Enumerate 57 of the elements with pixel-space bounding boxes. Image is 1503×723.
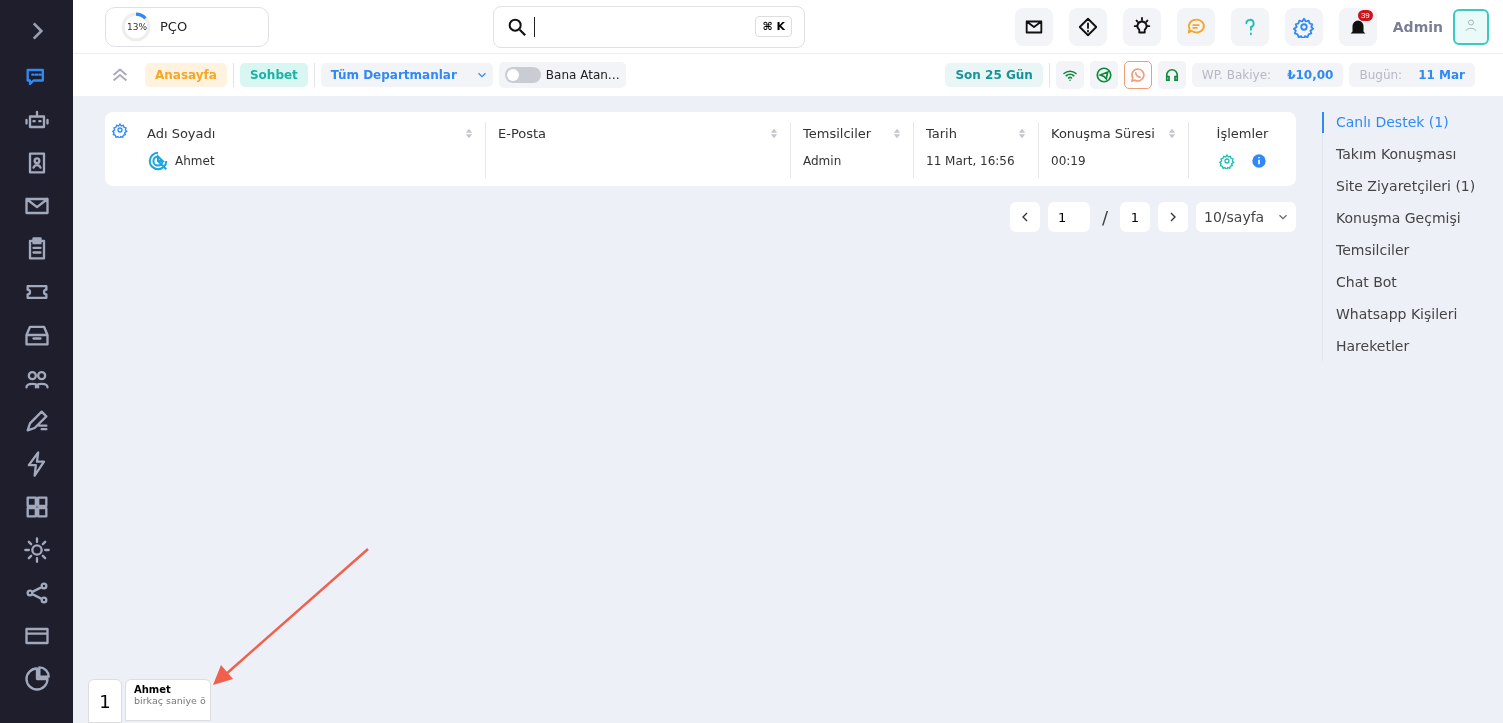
column-header: Tarih (926, 125, 957, 141)
alert-icon (1076, 15, 1099, 38)
balance-label: WP. Bakiye: (1201, 68, 1272, 82)
chat-name: Ahmet (134, 684, 172, 695)
settings-icon[interactable] (112, 122, 128, 138)
search-field[interactable]: ⌘ K (493, 5, 805, 48)
chat-tab-card[interactable]: Ahmet birkaç saniye ö (125, 679, 211, 721)
column-header: Temsilciler (803, 125, 872, 141)
settings-icon (1292, 15, 1315, 38)
nav-link[interactable]: Hareketler (1322, 336, 1488, 357)
table-cell: Ahmet (175, 154, 215, 168)
nav-link[interactable]: Chat Bot (1322, 272, 1488, 293)
progress-card[interactable]: 13% PÇO (105, 6, 269, 47)
assigned-toggle-control[interactable]: Bana Atan… (498, 62, 626, 88)
table-cell: 11 Mart, 16:56 (926, 154, 1015, 168)
whatsapp-icon (1128, 66, 1147, 84)
user-name: Admin (1392, 18, 1443, 35)
next-page-button[interactable] (1158, 202, 1188, 232)
table-cell: Admin (803, 154, 842, 168)
page-separator: / (1101, 206, 1108, 228)
cursor-click-icon (147, 150, 169, 172)
alert-button[interactable] (1068, 7, 1107, 46)
progress-percent: 13% (126, 21, 148, 32)
today-label: Bugün: (1359, 68, 1403, 82)
previous-page-button[interactable] (1009, 202, 1040, 232)
settings-button[interactable] (1284, 7, 1323, 46)
bulb-button[interactable] (1122, 7, 1161, 46)
nav-link[interactable]: Takım Konuşması (1322, 144, 1488, 165)
page-size-dropdown[interactable]: 10/sayfa (1196, 202, 1296, 232)
notification-count: 39 (1357, 9, 1373, 21)
column-header: İşlemler (1216, 125, 1269, 141)
column-header: E-Posta (498, 125, 547, 141)
column-header: Adı Soyadı (147, 125, 216, 141)
table-cell: 00:19 (1051, 154, 1086, 168)
info-icon[interactable] (1250, 153, 1267, 169)
nav-link[interactable]: Konuşma Geçmişi (1322, 208, 1488, 229)
nav-link[interactable]: Temsilciler (1322, 240, 1488, 261)
column-header: Konuşma Süresi (1051, 125, 1155, 141)
telegram-button[interactable] (1089, 61, 1118, 89)
chat-count[interactable]: 1 (88, 679, 122, 723)
headset-button[interactable] (1157, 61, 1186, 89)
toggle-label: Bana Atan… (545, 68, 620, 82)
shortcut-key: ⌘ K (755, 16, 792, 37)
balance-value: ₺10,00 (1287, 68, 1334, 82)
toggle-switch[interactable] (504, 67, 541, 83)
telegram-icon (1094, 66, 1113, 84)
pie-chart-icon[interactable] (22, 665, 51, 693)
page-input[interactable]: 1 (1047, 202, 1090, 232)
progress-label: PÇO (160, 19, 188, 34)
settings-icon[interactable] (1218, 153, 1235, 169)
total-pages: 1 (1120, 202, 1150, 232)
today-value: 11 Mar (1418, 68, 1465, 82)
wifi-button[interactable] (1055, 61, 1084, 89)
nav-link[interactable]: Site Ziyaretçileri (1) (1322, 176, 1488, 197)
nav-link[interactable]: Whatsapp Kişileri (1322, 304, 1488, 325)
notifications-button[interactable]: 39 (1338, 7, 1377, 46)
envelope-button[interactable] (1014, 7, 1053, 46)
